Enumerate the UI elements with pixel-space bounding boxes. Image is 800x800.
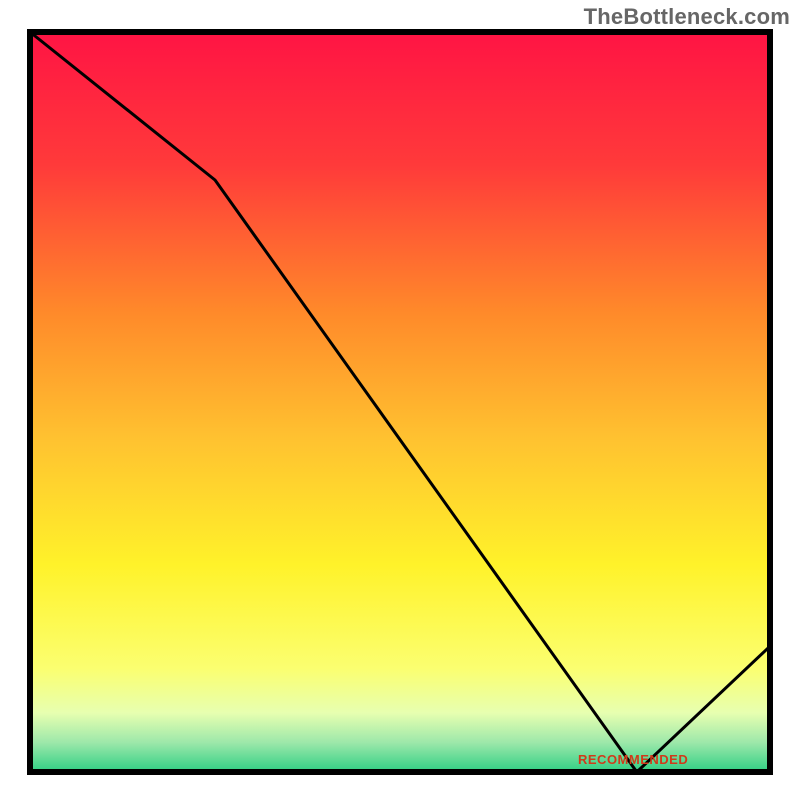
gradient-background xyxy=(30,32,770,772)
chart-canvas: TheBottleneck.com RECOMMENDED xyxy=(0,0,800,800)
bottleneck-plot xyxy=(0,0,800,800)
recommended-annotation: RECOMMENDED xyxy=(578,752,688,767)
